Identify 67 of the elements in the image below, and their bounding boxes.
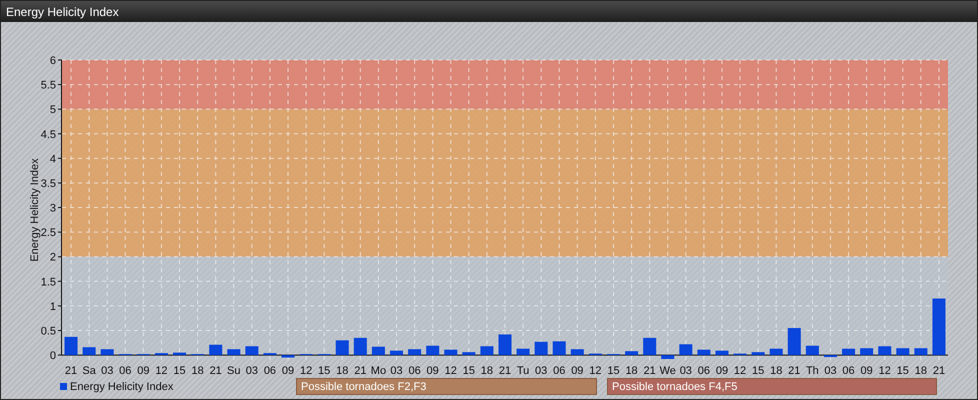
x-tick-label: 03 (824, 365, 837, 374)
y-tick-label: 2.5 (40, 227, 56, 240)
x-tick-label: 18 (336, 365, 348, 374)
x-tick-label: 12 (155, 365, 168, 374)
x-tick-label: Sa (82, 365, 96, 374)
x-tick-label: 09 (860, 365, 873, 374)
x-tick-label: 06 (698, 365, 710, 374)
y-tick-label: 3 (50, 202, 56, 215)
x-tick-label: 15 (752, 365, 764, 374)
x-tick-label: 15 (607, 365, 620, 374)
x-tick-label: 21 (932, 365, 946, 374)
y-tick-label: 6 (50, 55, 56, 67)
x-tick-label: Th (806, 365, 819, 374)
x-tick-label: 03 (101, 365, 114, 374)
x-tick-label: Mo (370, 365, 386, 374)
x-tick-label: 21 (644, 365, 656, 374)
x-tick-label: 06 (553, 365, 566, 374)
x-tick-label: 12 (589, 365, 602, 374)
y-axis-title: Energy Helicity Index (29, 158, 41, 262)
zone-label: Possible tornadoes F4,F5 (607, 378, 937, 395)
x-tick-label: 18 (914, 365, 927, 374)
x-tick-label: 18 (625, 365, 638, 374)
y-tick-label: 1.5 (40, 276, 56, 288)
x-tick-label: 21 (788, 365, 800, 374)
x-tick-label: 06 (264, 365, 276, 374)
x-tick-label: 21 (498, 365, 512, 374)
x-tick-label: 09 (282, 365, 294, 374)
y-tick-label: 5.5 (40, 80, 56, 92)
y-tick-label: 4.5 (40, 128, 56, 141)
x-tick-label: Su (227, 365, 240, 374)
x-tick-label: 15 (173, 365, 186, 374)
x-tick-label: 09 (137, 365, 150, 374)
x-tick-label: 18 (480, 365, 494, 374)
zone-label: Possible tornadoes F2,F3 (296, 378, 597, 395)
y-tick-label: 0.5 (40, 326, 56, 338)
x-tick-label: 21 (64, 365, 78, 374)
x-tick-label: 12 (300, 365, 312, 374)
x-tick-label: Tu (516, 365, 530, 374)
x-tick-label: 03 (680, 365, 692, 374)
x-tick-label: 18 (191, 365, 204, 374)
legend-label: Energy Helicity Index (70, 380, 174, 392)
x-tick-label: 12 (734, 365, 746, 374)
y-tick-label: 5 (50, 104, 56, 116)
x-tick-label: 15 (318, 365, 330, 374)
x-tick-label: 09 (426, 365, 439, 374)
x-tick-label: 03 (246, 365, 258, 374)
x-tick-label: We (660, 365, 676, 374)
y-tick-label: 2 (50, 252, 56, 264)
x-tick-label: 09 (571, 365, 584, 374)
x-tick-label: 06 (842, 365, 855, 374)
x-tick-label: 03 (390, 365, 403, 374)
x-tick-label: 15 (462, 365, 475, 374)
y-tick-label: 1 (50, 300, 56, 313)
x-tick-label: 03 (535, 365, 548, 374)
y-tick-label: 3.5 (40, 178, 56, 190)
y-tick-label: 0 (50, 350, 56, 362)
x-tick-label: 18 (770, 365, 782, 374)
x-tick-label: 12 (878, 365, 891, 374)
x-tick-label: 06 (119, 365, 132, 374)
window-title: Energy Helicity Index (1, 1, 977, 22)
x-tick-label: 12 (444, 365, 457, 374)
x-tick-label: 09 (716, 365, 728, 374)
x-tick-label: 21 (210, 365, 222, 374)
y-tick-label: 4 (50, 153, 56, 166)
x-tick-label: 21 (354, 365, 366, 374)
x-tick-label: 15 (896, 365, 909, 374)
x-tick-label: 06 (408, 365, 421, 374)
